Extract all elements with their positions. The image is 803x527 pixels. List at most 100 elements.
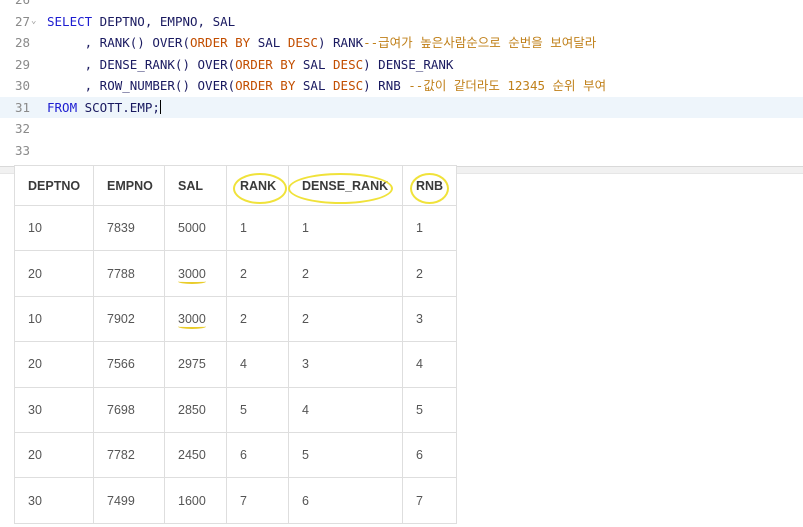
table-cell[interactable]: 3000: [164, 295, 227, 343]
table-cell[interactable]: 6: [226, 431, 289, 479]
table-row[interactable]: 10 7902 3000 2 2 3: [14, 295, 457, 343]
column-header-deptno[interactable]: DEPTNO: [14, 165, 94, 206]
cell-value: 20: [28, 357, 42, 372]
table-cell[interactable]: 7: [226, 477, 289, 524]
code-token: DESC: [333, 78, 364, 93]
table-cell[interactable]: 7782: [93, 431, 165, 479]
column-header-dense-rank[interactable]: DENSE_RANK: [288, 165, 403, 206]
table-row[interactable]: 20 7782 2450 6 5 6: [14, 431, 457, 479]
table-cell[interactable]: 2: [288, 250, 403, 297]
table-cell[interactable]: 7839: [93, 204, 165, 252]
editor-line[interactable]: 33: [0, 140, 803, 162]
table-cell[interactable]: 7788: [93, 250, 165, 297]
table-row[interactable]: 20 7566 2975 4 3 4: [14, 341, 457, 388]
table-cell[interactable]: 10: [14, 295, 94, 343]
table-cell[interactable]: 3000: [164, 250, 227, 297]
sql-editor[interactable]: 2627⌄SELECT DEPTNO, EMPNO, SAL28 , RANK(…: [0, 0, 803, 166]
table-cell[interactable]: 7566: [93, 341, 165, 388]
table-cell[interactable]: 20: [14, 431, 94, 479]
table-cell[interactable]: 7902: [93, 295, 165, 343]
table-cell[interactable]: 4: [402, 341, 457, 388]
table-cell[interactable]: 1: [402, 204, 457, 252]
table-cell[interactable]: 4: [288, 386, 403, 433]
table-cell[interactable]: 6: [288, 477, 403, 524]
table-cell[interactable]: 5: [288, 431, 403, 479]
code-token: SAL: [250, 35, 288, 50]
cell-value: 4: [240, 357, 247, 372]
column-header-rnb[interactable]: RNB: [402, 165, 457, 206]
fold-chevron-icon[interactable]: ⌄: [31, 11, 36, 33]
table-cell[interactable]: 2: [288, 295, 403, 343]
cell-value: 2: [240, 266, 247, 281]
cell-value: 1: [416, 221, 423, 236]
table-row[interactable]: 30 7698 2850 5 4 5: [14, 386, 457, 433]
cell-value: 5: [302, 448, 309, 463]
editor-line[interactable]: 29 , DENSE_RANK() OVER(ORDER BY SAL DESC…: [0, 54, 803, 76]
column-header-sal[interactable]: SAL: [164, 165, 227, 206]
cell-value: 1: [302, 221, 309, 236]
cell-value: 2: [416, 266, 423, 281]
table-cell[interactable]: 7: [402, 477, 457, 524]
table-cell[interactable]: 1600: [164, 477, 227, 524]
editor-line[interactable]: 26: [0, 0, 803, 11]
code-token: ORDER BY: [235, 56, 296, 72]
table-cell[interactable]: 3: [288, 341, 403, 388]
cell-value: 20: [28, 448, 42, 463]
table-cell[interactable]: 2975: [164, 341, 227, 388]
table-cell[interactable]: 2850: [164, 386, 227, 433]
editor-line[interactable]: 30 , ROW_NUMBER() OVER(ORDER BY SAL DESC…: [0, 75, 803, 97]
highlight-underline: [178, 324, 206, 329]
table-cell[interactable]: 20: [14, 250, 94, 297]
column-header-label: RANK: [240, 178, 277, 193]
line-number: 30: [14, 78, 30, 93]
cell-value: 2: [302, 311, 309, 326]
table-cell[interactable]: 1: [226, 204, 289, 252]
line-number: 28: [14, 35, 30, 50]
cell-value: 7902: [107, 311, 135, 326]
cell-value: 1: [240, 221, 247, 236]
editor-line[interactable]: 32: [0, 118, 803, 140]
column-header-rank[interactable]: RANK: [226, 165, 289, 206]
cell-value: 6: [416, 448, 423, 463]
column-header-label: DENSE_RANK: [302, 178, 389, 193]
cell-value: 4: [302, 402, 309, 417]
table-cell[interactable]: 2: [402, 250, 457, 297]
table-cell[interactable]: 7698: [93, 386, 165, 433]
column-header-label: SAL: [178, 178, 203, 193]
cell-value: 2450: [178, 448, 206, 463]
table-cell[interactable]: 2: [226, 250, 289, 297]
table-cell[interactable]: 6: [402, 431, 457, 479]
table-cell[interactable]: 7499: [93, 477, 165, 524]
cell-value: 3: [302, 357, 309, 372]
table-cell[interactable]: 20: [14, 341, 94, 388]
editor-line[interactable]: 31 FROM SCOTT.EMP;: [0, 96, 803, 118]
cell-value: 7: [416, 493, 423, 508]
cell-value: 10: [28, 221, 42, 236]
table-row[interactable]: 30 7499 1600 7 6 7: [14, 477, 457, 524]
table-cell[interactable]: 5: [226, 386, 289, 433]
table-row[interactable]: 20 7788 3000 2 2 2: [14, 250, 457, 297]
table-cell[interactable]: 10: [14, 204, 94, 252]
column-header-label: EMPNO: [107, 178, 153, 193]
cell-value: 3000: [178, 267, 206, 284]
table-cell[interactable]: 3: [402, 295, 457, 343]
cell-value: 20: [28, 266, 42, 281]
table-cell[interactable]: 5: [402, 386, 457, 433]
table-cell[interactable]: 5000: [164, 204, 227, 252]
results-header-row: DEPTNO EMPNO SAL RANK DENSE_RANK RNB: [14, 165, 457, 206]
editor-line[interactable]: 28 , RANK() OVER(ORDER BY SAL DESC) RANK…: [0, 32, 803, 54]
code-token: ORDER BY: [190, 35, 251, 50]
table-cell[interactable]: 30: [14, 477, 94, 524]
table-row[interactable]: 10 7839 5000 1 1 1: [14, 204, 457, 252]
cell-value: 6: [240, 448, 247, 463]
editor-line[interactable]: 27 ⌄ SELECT DEPTNO, EMPNO, SAL: [0, 11, 803, 33]
table-cell[interactable]: 2450: [164, 431, 227, 479]
table-cell[interactable]: 2: [226, 295, 289, 343]
column-header-empno[interactable]: EMPNO: [93, 165, 165, 206]
table-cell[interactable]: 4: [226, 341, 289, 388]
table-cell[interactable]: 1: [288, 204, 403, 252]
highlight-underline: [178, 279, 206, 284]
line-number: 29: [14, 56, 30, 72]
table-cell[interactable]: 30: [14, 386, 94, 433]
code-token: DESC: [333, 56, 364, 72]
